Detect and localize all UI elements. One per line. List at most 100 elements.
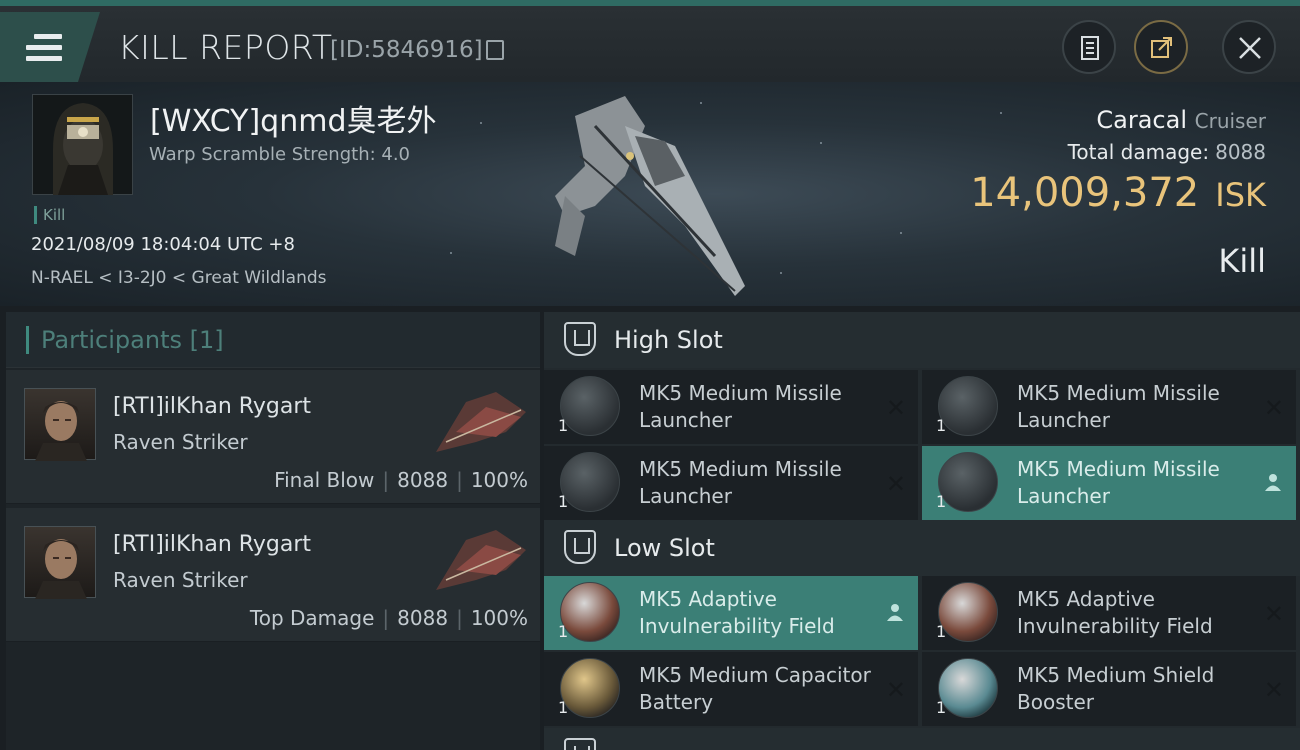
participant-ship: Raven Striker xyxy=(113,568,248,592)
participant-avatar xyxy=(24,388,96,461)
module-name: MK5 Medium Capacitor Battery xyxy=(639,663,871,714)
report-id: [ID:5846916] xyxy=(330,37,483,63)
participant-damage: 8088 xyxy=(397,468,449,492)
module-quantity: 1 xyxy=(558,698,569,717)
shield-booster-icon xyxy=(938,658,998,718)
high-slot-header: High Slot xyxy=(544,312,1300,368)
remove-icon[interactable] xyxy=(1264,600,1284,628)
module-item[interactable]: 1 MK5 Adaptive Invulnerability Field xyxy=(544,576,918,650)
participant-stats: Top Damage | 8088 | 100% xyxy=(249,606,528,630)
warp-scramble-strength: Warp Scramble Strength: 4.0 xyxy=(149,144,411,165)
kill-time: 2021/08/09 18:04:04 UTC +8 xyxy=(31,234,295,255)
module-name: MK5 Medium Missile Launcher xyxy=(1017,381,1220,432)
menu-icon xyxy=(26,34,62,62)
module-item[interactable]: 1 MK5 Medium Shield Booster xyxy=(922,652,1296,726)
participant-avatar xyxy=(24,526,96,599)
total-damage: Total damage: 8088 xyxy=(1068,140,1266,164)
participants-panel: Participants [1] [RTI]ilKhan Rygart Rave… xyxy=(6,312,540,750)
menu-button[interactable] xyxy=(0,12,100,82)
participants-header: Participants [1] xyxy=(6,312,540,368)
close-button[interactable] xyxy=(1222,20,1276,74)
participant-ship: Raven Striker xyxy=(113,430,248,454)
fitting-panel: High Slot 1 MK5 Medium Missile Launcher … xyxy=(544,312,1300,750)
user-icon xyxy=(887,604,903,621)
module-quantity: 1 xyxy=(558,492,569,511)
participant-ship-image xyxy=(436,530,526,590)
remove-icon[interactable] xyxy=(886,470,906,498)
victim-avatar[interactable] xyxy=(32,94,133,195)
module-item[interactable]: 1 MK5 Adaptive Invulnerability Field xyxy=(922,576,1296,650)
participant-percent: 100% xyxy=(470,606,528,630)
module-item[interactable]: 1 MK5 Medium Missile Launcher xyxy=(544,446,918,520)
kill-tag: Kill xyxy=(34,206,65,224)
isk-amount: 14,009,372 xyxy=(970,170,1200,216)
participant-role: Top Damage xyxy=(249,606,375,630)
shield-icon xyxy=(560,582,620,642)
remove-icon[interactable] xyxy=(886,676,906,704)
module-name: MK5 Medium Missile Launcher xyxy=(639,457,842,508)
participant-row[interactable]: [RTI]ilKhan Rygart Raven Striker Top Dam… xyxy=(6,508,540,642)
missile-launcher-icon xyxy=(938,376,998,436)
module-item[interactable]: 1 MK5 Medium Missile Launcher xyxy=(922,446,1296,520)
victim-name: [WXCY]qnmd臭老外 xyxy=(150,104,437,139)
shield-icon xyxy=(938,582,998,642)
total-damage-value: 8088 xyxy=(1215,140,1266,164)
module-name: MK5 Adaptive Invulnerability Field xyxy=(1017,587,1213,638)
isk-unit: ISK xyxy=(1215,176,1266,214)
module-quantity: 1 xyxy=(558,622,569,641)
ship-class: Cruiser xyxy=(1194,109,1266,133)
page-title: KILL REPORT xyxy=(118,28,333,67)
participant-row[interactable]: [RTI]ilKhan Rygart Raven Striker Final B… xyxy=(6,370,540,504)
remove-icon[interactable] xyxy=(886,394,906,422)
ship-name: Caracal xyxy=(1096,106,1187,134)
victim-ship: Caracal Cruiser xyxy=(1096,106,1266,134)
participant-role: Final Blow xyxy=(274,468,375,492)
missile-launcher-icon xyxy=(560,452,620,512)
copy-icon[interactable] xyxy=(486,40,504,60)
module-quantity: 1 xyxy=(936,492,947,511)
remove-icon[interactable] xyxy=(1264,676,1284,704)
participants-title: Participants [1] xyxy=(26,326,224,354)
participant-stats: Final Blow | 8088 | 100% xyxy=(274,468,528,492)
close-icon xyxy=(1239,37,1261,59)
slot-icon xyxy=(564,738,596,750)
module-quantity: 1 xyxy=(936,416,947,435)
notes-button[interactable] xyxy=(1062,20,1116,74)
mid-slot-header xyxy=(544,728,1300,750)
participant-percent: 100% xyxy=(470,468,528,492)
missile-launcher-icon xyxy=(560,376,620,436)
title-bar: KILL REPORT [ID:5846916] xyxy=(0,0,1300,82)
slot-icon xyxy=(564,530,596,564)
isk-value: 14,009,372 ISK xyxy=(970,170,1266,216)
participant-name: [RTI]ilKhan Rygart xyxy=(113,532,312,557)
total-damage-label: Total damage: xyxy=(1067,140,1210,164)
low-slot-title: Low Slot xyxy=(614,534,715,562)
victim-ship-image xyxy=(555,96,745,296)
participant-damage: 8088 xyxy=(397,606,449,630)
notes-icon xyxy=(1081,36,1099,60)
module-quantity: 1 xyxy=(558,416,569,435)
result-label: Kill xyxy=(1218,242,1266,280)
module-name: MK5 Medium Shield Booster xyxy=(1017,663,1215,714)
slot-icon xyxy=(564,322,596,356)
module-item[interactable]: 1 MK5 Medium Missile Launcher xyxy=(544,370,918,444)
high-slot-title: High Slot xyxy=(614,326,723,354)
module-name: MK5 Medium Missile Launcher xyxy=(1017,457,1220,508)
battery-icon xyxy=(560,658,620,718)
module-quantity: 1 xyxy=(936,698,947,717)
participant-name: [RTI]ilKhan Rygart xyxy=(113,394,312,419)
share-icon xyxy=(1151,37,1172,58)
missile-launcher-icon xyxy=(938,452,998,512)
share-button[interactable] xyxy=(1134,20,1188,74)
module-item[interactable]: 1 MK5 Medium Capacitor Battery xyxy=(544,652,918,726)
module-quantity: 1 xyxy=(936,622,947,641)
low-slot-header: Low Slot xyxy=(544,520,1300,576)
user-icon xyxy=(1265,474,1281,491)
module-name: MK5 Medium Missile Launcher xyxy=(639,381,842,432)
module-name: MK5 Adaptive Invulnerability Field xyxy=(639,587,835,638)
kill-location[interactable]: N-RAEL < I3-2J0 < Great Wildlands xyxy=(31,268,327,288)
remove-icon[interactable] xyxy=(1264,394,1284,422)
kill-summary: [WXCY]qnmd臭老外 Warp Scramble Strength: 4.… xyxy=(0,82,1300,306)
participant-ship-image xyxy=(436,392,526,452)
module-item[interactable]: 1 MK5 Medium Missile Launcher xyxy=(922,370,1296,444)
